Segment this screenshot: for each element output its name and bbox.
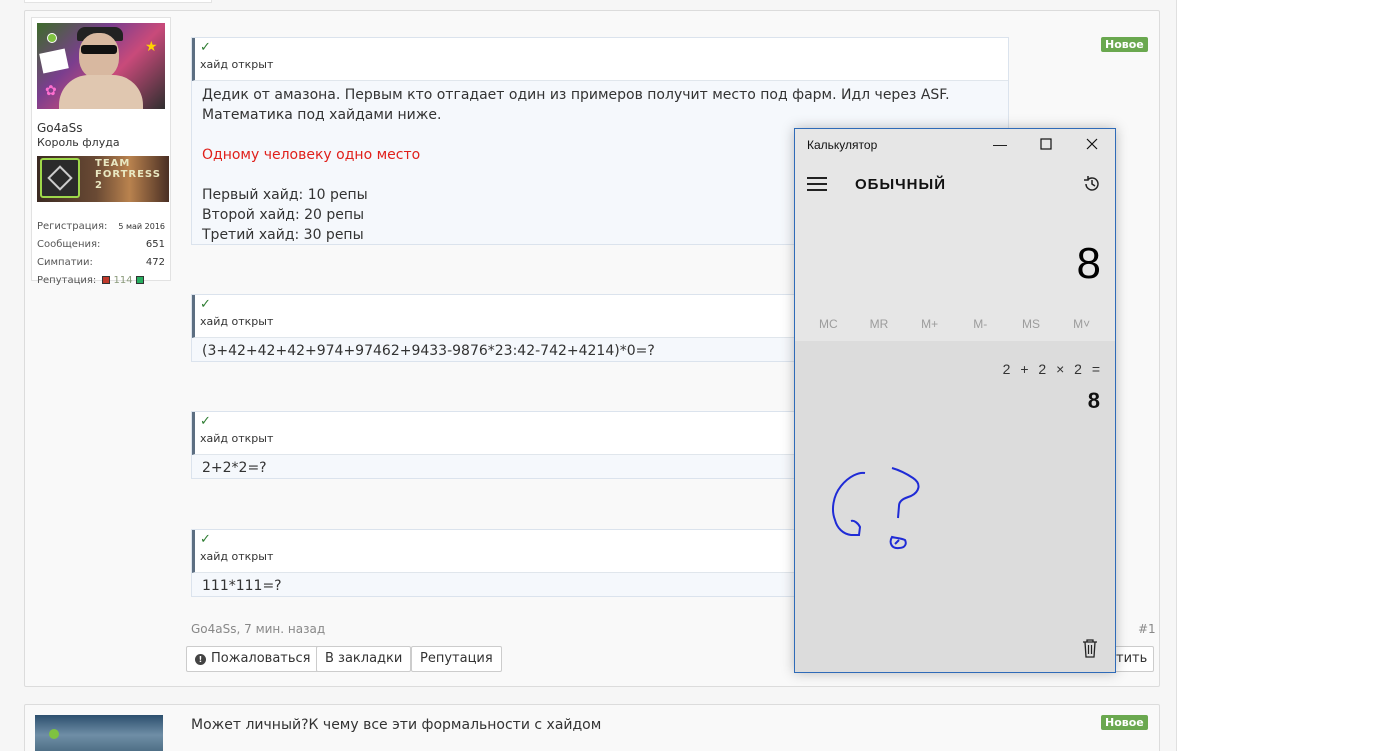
- stat-label: Регистрация:: [37, 221, 108, 232]
- user-title: Король флуда: [37, 136, 120, 149]
- forum-post: Может личный?К чему все эти формальности…: [24, 704, 1160, 751]
- post-text: Может личный?К чему все эти формальности…: [191, 717, 602, 733]
- maximize-button[interactable]: [1023, 129, 1069, 161]
- stat-value: 472: [145, 257, 165, 268]
- post-meta[interactable]: Go4aSs, 7 мин. назад: [191, 622, 325, 636]
- check-icon: ✓: [200, 297, 211, 312]
- stat-value: 5 май 2016: [118, 222, 165, 231]
- post-number[interactable]: #1: [1138, 622, 1156, 636]
- stat-reputation: Репутация: 114: [37, 272, 165, 290]
- user-card: ★ ✿ Go4aSs Король флуда TEAM FORTRESS 2 …: [31, 17, 171, 286]
- history-result[interactable]: 8: [1088, 388, 1100, 414]
- previous-post-edge: [24, 0, 212, 3]
- new-badge: Новое: [1101, 715, 1148, 730]
- star-icon: ✿: [45, 83, 57, 99]
- username[interactable]: Go4aSs: [37, 121, 83, 135]
- text-line: Математика под хайдами ниже.: [202, 107, 442, 123]
- stat-label: Репутация:: [37, 275, 97, 286]
- check-icon: ✓: [200, 40, 211, 55]
- stat-value: 114: [113, 275, 133, 286]
- window-title: Калькулятор: [807, 138, 878, 152]
- calculator-window[interactable]: Калькулятор — ОБЫЧНЫЙ 8 MC MR M+ M- MS M…: [794, 128, 1116, 673]
- hide-label: хайд открыт: [200, 58, 274, 71]
- memory-clear-button[interactable]: MC: [808, 317, 848, 331]
- stat-messages: Сообщения: 651: [37, 236, 165, 254]
- page-right-gutter: [1176, 0, 1375, 751]
- stat-registration: Регистрация: 5 май 2016: [37, 218, 165, 236]
- bookmark-button[interactable]: В закладки: [316, 646, 412, 672]
- minimize-button[interactable]: —: [977, 129, 1023, 161]
- check-icon: ✓: [200, 532, 211, 547]
- memory-store-button[interactable]: MS: [1011, 317, 1051, 331]
- hide-label: хайд открыт: [200, 432, 274, 445]
- avatar-face: [79, 33, 119, 79]
- memory-add-button[interactable]: M+: [910, 317, 950, 331]
- stat-label: Сообщения:: [37, 239, 101, 250]
- hamburger-menu-icon[interactable]: [807, 177, 829, 193]
- report-label: Пожаловаться: [211, 651, 311, 666]
- text-line: Дедик от амазона. Первым кто отгадает од…: [202, 87, 950, 103]
- online-status-icon: [47, 33, 57, 43]
- close-button[interactable]: [1069, 129, 1115, 161]
- avatar[interactable]: ★ ✿: [37, 23, 165, 109]
- hide-label: хайд открыт: [200, 315, 274, 328]
- memory-row: MC MR M+ M- MS M˅: [795, 317, 1115, 331]
- warning-icon: !: [195, 654, 206, 665]
- avatar-body: [59, 75, 143, 109]
- maximize-icon: [1040, 138, 1052, 150]
- handwritten-question-mark: [832, 467, 920, 550]
- reputation-minus-icon[interactable]: [102, 276, 111, 284]
- hide-content: (3+42+42+42+974+97462+9433-9876*23:42-74…: [202, 343, 655, 359]
- banner-title: TEAM FORTRESS 2: [95, 158, 161, 191]
- check-icon: ✓: [200, 414, 211, 429]
- memory-recall-button[interactable]: MR: [859, 317, 899, 331]
- hide-header: ✓ хайд открыт: [192, 38, 1008, 81]
- memory-list-button[interactable]: M˅: [1062, 317, 1102, 331]
- calculator-mode: ОБЫЧНЫЙ: [855, 176, 946, 193]
- stat-value[interactable]: 651: [146, 236, 165, 254]
- avatar[interactable]: [35, 715, 163, 751]
- memory-subtract-button[interactable]: M-: [960, 317, 1000, 331]
- game-logo-icon: [40, 158, 80, 198]
- hide-content: 111*111=?: [202, 578, 282, 594]
- online-status-icon: [49, 729, 59, 739]
- reputation-button[interactable]: Репутация: [411, 646, 502, 672]
- reputation-plus-icon[interactable]: [135, 276, 144, 284]
- history-expression[interactable]: 2 + 2 × 2 =: [1003, 361, 1100, 377]
- calculator-display: 8: [1076, 239, 1101, 288]
- user-banner: TEAM FORTRESS 2: [37, 156, 169, 202]
- star-icon: ★: [145, 39, 158, 55]
- new-badge: Новое: [1101, 37, 1148, 52]
- stat-label: Симпатии:: [37, 257, 93, 268]
- trash-icon[interactable]: [1082, 638, 1098, 658]
- avatar-sticker: [39, 48, 69, 74]
- hide-label: хайд открыт: [200, 550, 274, 563]
- history-icon[interactable]: [1082, 174, 1102, 194]
- hide-content: 2+2*2=?: [202, 460, 267, 476]
- stat-likes: Симпатии: 472: [37, 254, 165, 272]
- user-stats: Регистрация: 5 май 2016 Сообщения: 651 С…: [37, 218, 165, 290]
- close-icon: [1086, 138, 1098, 150]
- avatar-glasses: [81, 45, 117, 54]
- report-button[interactable]: ! Пожаловаться: [186, 646, 320, 672]
